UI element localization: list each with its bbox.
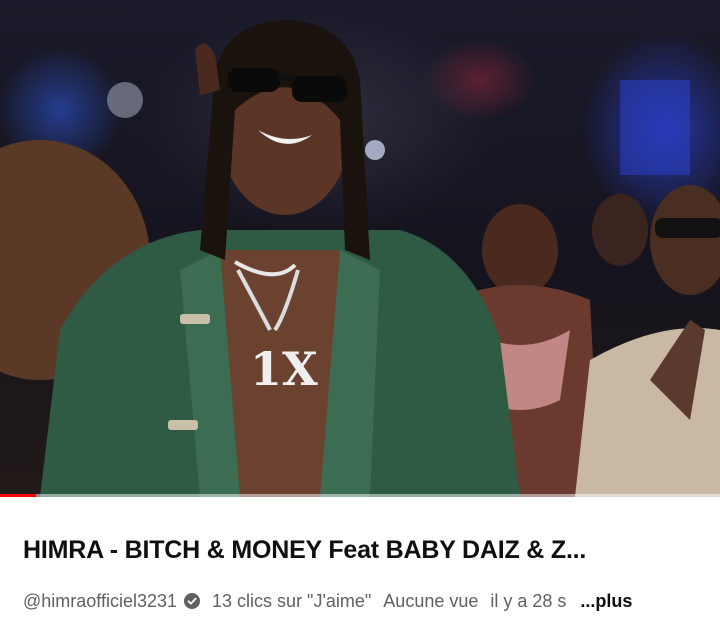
video-metadata-row: @himraofficiel3231 13 clics sur "J'aime"… <box>23 590 632 612</box>
right-person-head <box>650 185 720 295</box>
channel-handle[interactable]: @himraofficiel3231 <box>23 591 177 612</box>
video-frame: 1X <box>0 20 720 497</box>
video-title[interactable]: HIMRA - BITCH & MONEY Feat BABY DAIZ & Z… <box>23 536 703 565</box>
verified-badge-icon <box>184 593 201 609</box>
video-info-panel <box>0 498 720 641</box>
right-person-glasses <box>655 218 720 238</box>
progress-bar[interactable] <box>0 494 720 497</box>
pendant: 1X <box>250 342 318 396</box>
video-player[interactable]: 1X <box>0 0 720 497</box>
upload-time: il y a 28 s <box>490 590 567 611</box>
progress-bar-fill <box>0 494 36 497</box>
sunglasses <box>228 68 280 92</box>
background-person-head <box>482 204 558 296</box>
like-count: 13 clics sur "J'aime" <box>212 590 372 611</box>
view-count: Aucune vue <box>383 590 479 611</box>
more-button[interactable]: ...plus <box>580 591 632 612</box>
